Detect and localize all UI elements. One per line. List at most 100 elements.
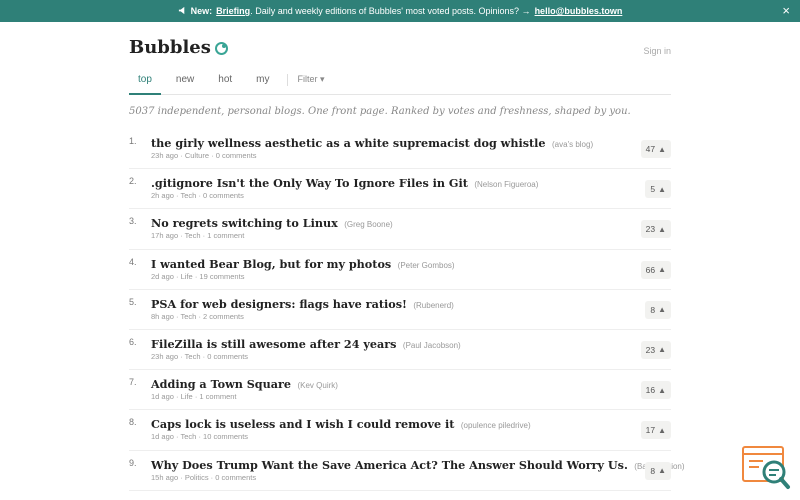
upvote-arrow-icon: ▲ bbox=[658, 144, 666, 154]
announcement-banner: New: Briefing. Daily and weekly editions… bbox=[0, 0, 800, 22]
post-rank: 4. bbox=[129, 256, 137, 267]
upvote-arrow-icon: ▲ bbox=[658, 305, 666, 315]
meta-separator: · bbox=[194, 271, 198, 281]
chevron-down-icon: ▾ bbox=[320, 74, 325, 84]
post-source: (ava's blog) bbox=[552, 140, 594, 149]
post-category-link[interactable]: Life bbox=[181, 272, 193, 281]
post-meta: 23h ago · Tech · 0 comments bbox=[151, 352, 248, 361]
upvote-button[interactable]: 66 ▲ bbox=[640, 260, 671, 279]
post-comments-link[interactable]: 1 comment bbox=[199, 392, 236, 401]
tab-divider bbox=[286, 74, 288, 86]
vote-count: 8 bbox=[650, 465, 656, 476]
post-category-link[interactable]: Culture bbox=[185, 151, 209, 160]
post-title-line: .gitignore Isn't the Only Way To Ignore … bbox=[151, 174, 538, 192]
post-time: 23h ago bbox=[151, 351, 179, 361]
upvote-button[interactable]: 17 ▲ bbox=[640, 421, 671, 440]
main-container: Bubbles Sign in top new hot my Filter ▾ … bbox=[129, 22, 685, 491]
meta-separator: · bbox=[176, 311, 179, 321]
post-comments-link[interactable]: 2 comments bbox=[203, 312, 244, 321]
post-title-link[interactable]: I wanted Bear Blog, but for my photos bbox=[151, 257, 391, 271]
post-category-link[interactable]: Tech bbox=[181, 191, 197, 200]
list-item: 2. .gitignore Isn't the Only Way To Igno… bbox=[129, 169, 671, 210]
meta-separator: · bbox=[198, 432, 201, 442]
post-source: (Greg Boone) bbox=[344, 220, 393, 230]
megaphone-icon bbox=[178, 6, 187, 17]
email-link[interactable]: hello@bubbles.town bbox=[535, 6, 623, 16]
post-comments-link[interactable]: 0 comments bbox=[215, 473, 256, 482]
vote-count: 23 bbox=[645, 344, 656, 355]
post-comments-link[interactable]: 0 comments bbox=[216, 151, 257, 160]
post-time: 15h ago bbox=[151, 472, 179, 482]
meta-separator: · bbox=[176, 191, 179, 201]
list-item: 9. Why Does Trump Want the Save America … bbox=[129, 451, 685, 491]
tab-hot[interactable]: hot bbox=[209, 72, 241, 95]
list-item: 4. I wanted Bear Blog, but for my photos… bbox=[129, 250, 671, 290]
feed-search-icon[interactable] bbox=[741, 445, 791, 490]
banner-text: . Daily and weekly editions of Bubbles' … bbox=[250, 6, 531, 16]
post-time: 8h ago bbox=[151, 311, 174, 321]
post-category-link[interactable]: Tech bbox=[185, 231, 201, 240]
post-comments-link[interactable]: 0 comments bbox=[207, 352, 248, 361]
post-category-link[interactable]: Tech bbox=[181, 312, 197, 321]
post-comments-link[interactable]: 1 comment bbox=[207, 231, 244, 240]
post-comments-link[interactable]: 19 comments bbox=[199, 272, 244, 281]
post-time: 23h ago bbox=[151, 151, 179, 160]
post-category-link[interactable]: Politics bbox=[185, 473, 209, 482]
meta-separator: · bbox=[180, 351, 183, 361]
post-comments-link[interactable]: 10 comments bbox=[203, 432, 248, 441]
banner-new-label: New: bbox=[190, 6, 213, 16]
upvote-button[interactable]: 16 ▲ bbox=[640, 381, 671, 400]
post-rank: 2. bbox=[129, 176, 137, 187]
tab-my[interactable]: my bbox=[247, 72, 278, 95]
post-title-link[interactable]: .gitignore Isn't the Only Way To Ignore … bbox=[151, 176, 468, 190]
filter-dropdown[interactable]: Filter ▾ bbox=[294, 72, 325, 87]
vote-count: 5 bbox=[650, 184, 656, 195]
list-item: 3. No regrets switching to Linux (Greg B… bbox=[129, 209, 671, 250]
tab-top[interactable]: top bbox=[129, 72, 161, 95]
upvote-button[interactable]: 8 ▲ bbox=[645, 300, 671, 319]
post-comments-link[interactable]: 0 comments bbox=[203, 191, 244, 200]
sign-in-link[interactable]: Sign in bbox=[643, 46, 671, 56]
post-rank: 5. bbox=[129, 296, 137, 307]
post-title-link[interactable]: Caps lock is useless and I wish I could … bbox=[151, 417, 454, 431]
post-title-link[interactable]: No regrets switching to Linux bbox=[151, 216, 338, 230]
post-meta: 2d ago · Life · 19 comments bbox=[151, 272, 244, 281]
meta-separator: · bbox=[176, 432, 179, 442]
post-category-link[interactable]: Tech bbox=[181, 432, 197, 441]
upvote-button[interactable]: 47 ▲ bbox=[640, 140, 671, 158]
tab-new[interactable]: new bbox=[167, 72, 203, 95]
upvote-arrow-icon: ▲ bbox=[658, 345, 666, 355]
post-title-link[interactable]: Adding a Town Square bbox=[151, 377, 291, 391]
meta-separator: · bbox=[180, 151, 183, 160]
upvote-button[interactable]: 23 ▲ bbox=[640, 220, 671, 239]
post-meta: 15h ago · Politics · 0 comments bbox=[151, 473, 256, 482]
post-title-link[interactable]: PSA for web designers: flags have ratios… bbox=[151, 297, 407, 311]
upvote-button[interactable]: 5 ▲ bbox=[645, 180, 671, 199]
post-meta: 1d ago · Life · 1 comment bbox=[151, 392, 237, 401]
upvote-arrow-icon: ▲ bbox=[658, 425, 666, 435]
site-logo[interactable]: Bubbles bbox=[129, 37, 228, 58]
meta-separator: · bbox=[198, 311, 201, 321]
post-category-link[interactable]: Tech bbox=[185, 352, 201, 361]
upvote-button[interactable]: 8 ▲ bbox=[645, 461, 671, 480]
briefing-link[interactable]: Briefing bbox=[216, 6, 250, 16]
list-item: 5. PSA for web designers: flags have rat… bbox=[129, 290, 671, 330]
list-item: 7. Adding a Town Square (Kev Quirk) 1d a… bbox=[129, 370, 671, 411]
post-title-link[interactable]: Why Does Trump Want the Save America Act… bbox=[151, 458, 628, 472]
post-rank: 7. bbox=[129, 377, 137, 388]
vote-count: 47 bbox=[645, 144, 656, 154]
upvote-arrow-icon: ▲ bbox=[658, 224, 666, 234]
post-time: 2d ago bbox=[151, 271, 174, 281]
meta-separator: · bbox=[194, 392, 198, 402]
upvote-button[interactable]: 23 ▲ bbox=[640, 340, 671, 359]
meta-separator: · bbox=[210, 472, 214, 482]
list-item: 1. the girly wellness aesthetic as a whi… bbox=[129, 129, 671, 170]
post-title-link[interactable]: the girly wellness aesthetic as a white … bbox=[151, 136, 546, 150]
post-title-link[interactable]: FileZilla is still awesome after 24 year… bbox=[151, 337, 396, 351]
post-source: (Paul Jacobson) bbox=[402, 340, 461, 350]
close-icon[interactable]: × bbox=[782, 3, 790, 18]
post-title-line: Adding a Town Square (Kev Quirk) bbox=[151, 375, 338, 393]
meta-separator: · bbox=[176, 392, 179, 402]
post-list: 1. the girly wellness aesthetic as a whi… bbox=[129, 129, 685, 491]
post-category-link[interactable]: Life bbox=[181, 392, 193, 401]
